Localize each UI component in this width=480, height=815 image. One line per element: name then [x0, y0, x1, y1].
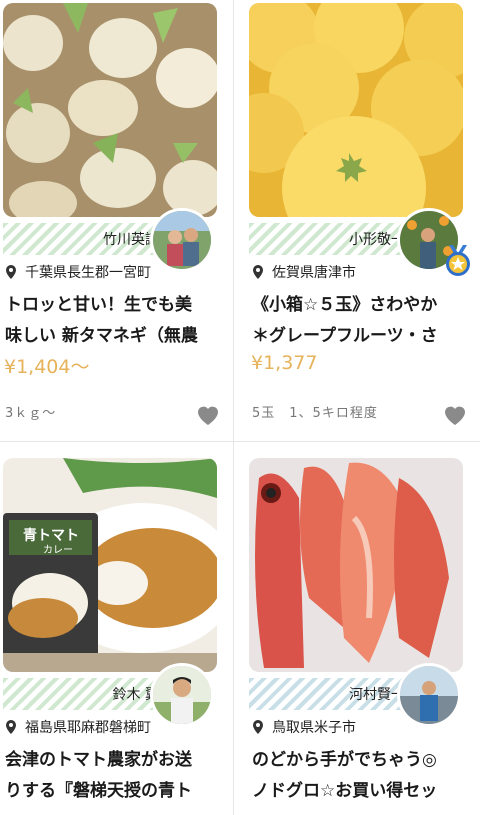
- product-title-line2: ノドグロ☆お買い得セッ: [252, 781, 438, 801]
- location: 佐賀県唐津市: [252, 262, 356, 282]
- product-title-line2: ＊グレープフルーツ・さ: [252, 326, 438, 346]
- product-title[interactable]: トロッと甘い！生でも美 味しい 新タマネギ（無農: [5, 290, 227, 352]
- producer-band: 河村賢一: [249, 678, 417, 710]
- product-title[interactable]: 会津のトマト農家がお送 りする『磐梯天授の青ト: [5, 745, 227, 807]
- location-pin-icon: [6, 265, 16, 279]
- product-price: ¥1,404〜: [4, 356, 90, 378]
- location-pin-icon: [6, 720, 16, 734]
- product-price: ¥1,377: [251, 352, 318, 374]
- product-title-line1: 《小箱☆５玉》さわやか: [252, 295, 438, 315]
- location-text: 鳥取県米子市: [272, 720, 356, 736]
- product-card-grapefruit[interactable]: 小形敬一 佐賀県唐津市 《小箱☆５玉》さわやか ＊グレープフルーツ・さ ¥1,3…: [247, 0, 479, 440]
- location-pin-icon: [253, 265, 263, 279]
- producer-avatar[interactable]: [150, 208, 214, 272]
- product-title[interactable]: のどから手がでちゃう◎ ノドグロ☆お買い得セッ: [252, 745, 474, 807]
- location: 福島県耶麻郡磐梯町: [5, 717, 151, 737]
- producer-avatar[interactable]: [150, 663, 214, 727]
- star-medal-icon: [446, 245, 470, 276]
- product-image-nodoguro[interactable]: [249, 458, 463, 672]
- location-text: 佐賀県唐津市: [272, 265, 356, 281]
- product-title-line1: トロッと甘い！生でも美: [5, 295, 192, 315]
- package-label-line2: カレー: [43, 544, 73, 556]
- row-divider: [0, 441, 480, 442]
- product-title-line2: りする『磐梯天授の青ト: [5, 781, 192, 801]
- producer-band: 小形敬一: [249, 223, 417, 255]
- product-card-tomato-curry[interactable]: 青トマト カレー 鈴木 翼 福島県耶麻郡磐梯町 会津のトマト農家がお送 りする『…: [0, 455, 232, 815]
- location-text: 千葉県長生郡一宮町: [25, 265, 151, 281]
- location: 鳥取県米子市: [252, 717, 356, 737]
- product-title-line1: 会津のトマト農家がお送: [5, 750, 192, 770]
- producer-band: 鈴木 翼: [3, 678, 171, 710]
- producer-avatar[interactable]: [397, 663, 461, 727]
- favorite-heart-icon[interactable]: [196, 404, 220, 426]
- product-card-nodoguro[interactable]: 河村賢一 鳥取県米子市 のどから手がでちゃう◎ ノドグロ☆お買い得セッ: [247, 455, 479, 815]
- product-title[interactable]: 《小箱☆５玉》さわやか ＊グレープフルーツ・さ: [252, 290, 474, 352]
- product-title-line2: 味しい 新タマネギ（無農: [5, 326, 198, 346]
- location: 千葉県長生郡一宮町: [5, 262, 151, 282]
- product-unit: 5玉 1、5キロ程度: [252, 406, 378, 421]
- favorite-heart-icon[interactable]: [443, 404, 467, 426]
- product-title-line1: のどから手がでちゃう◎: [252, 750, 437, 770]
- location-pin-icon: [253, 720, 263, 734]
- location-text: 福島県耶麻郡磐梯町: [25, 720, 151, 736]
- producer-band: 竹川英識: [3, 223, 171, 255]
- product-card-onions[interactable]: 竹川英識 千葉県長生郡一宮町 トロッと甘い！生でも美 味しい 新タマネギ（無農 …: [0, 0, 232, 440]
- product-unit: 3ｋｇ〜: [5, 406, 57, 421]
- product-image-onions[interactable]: [3, 3, 217, 217]
- package-label-line1: 青トマト: [23, 527, 79, 544]
- product-image-grapefruit[interactable]: [249, 3, 463, 217]
- product-image-tomato-curry[interactable]: 青トマト カレー: [3, 458, 217, 672]
- product-grid: 竹川英識 千葉県長生郡一宮町 トロッと甘い！生でも美 味しい 新タマネギ（無農 …: [0, 0, 480, 815]
- column-divider: [233, 0, 234, 815]
